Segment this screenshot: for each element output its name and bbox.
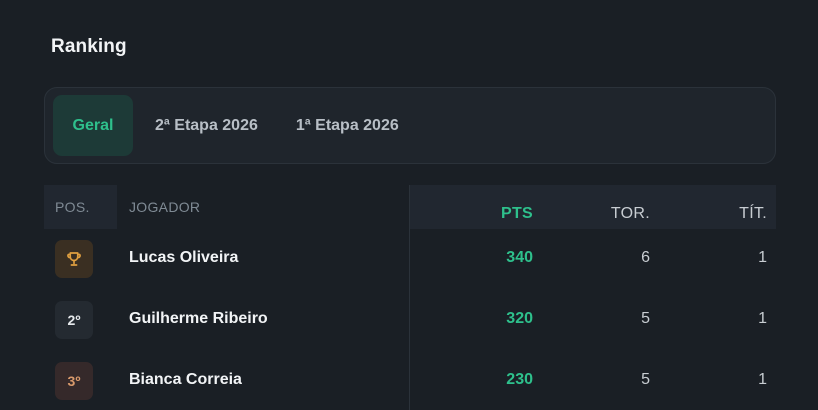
ranking-table: POS. JOGADOR PTS TOR. TÍT. Lucas Oliveir… [44,185,776,410]
player-titles: 1 [758,249,767,266]
player-tournaments: 6 [641,249,650,266]
header-player: JOGADOR [129,199,201,215]
page-title: Ranking [51,36,127,57]
player-titles: 1 [758,371,767,388]
header-pts: PTS [500,205,533,222]
player-tournaments: 5 [641,310,650,327]
position-badge: 2º [55,301,93,339]
position-badge [55,240,93,278]
tab-bar: Geral 2ª Etapa 2026 1ª Etapa 2026 [44,87,776,164]
header-pos: POS. [55,199,90,215]
header-tor: TOR. [610,205,650,222]
trophy-icon [67,252,81,266]
tab-etapa-2-2026[interactable]: 2ª Etapa 2026 [155,95,258,156]
table-row[interactable]: Lucas Oliveira 340 6 1 [44,229,776,290]
player-points: 230 [506,371,533,388]
player-points: 320 [506,310,533,327]
ranking-page: Ranking Geral 2ª Etapa 2026 1ª Etapa 202… [0,0,818,410]
player-titles: 1 [758,310,767,327]
tab-geral[interactable]: Geral [53,95,133,156]
player-name: Guilherme Ribeiro [129,310,268,327]
table-row[interactable]: 2º Guilherme Ribeiro 320 5 1 [44,290,776,351]
table-header: POS. JOGADOR PTS TOR. TÍT. [44,185,776,229]
player-name: Bianca Correia [129,371,242,388]
tab-etapa-1-2026[interactable]: 1ª Etapa 2026 [296,95,399,156]
player-points: 340 [506,249,533,266]
table-row[interactable]: 3º Bianca Correia 230 5 1 [44,351,776,410]
header-tit: TÍT. [739,205,767,222]
player-tournaments: 5 [641,371,650,388]
position-badge: 3º [55,362,93,400]
player-name: Lucas Oliveira [129,249,239,266]
